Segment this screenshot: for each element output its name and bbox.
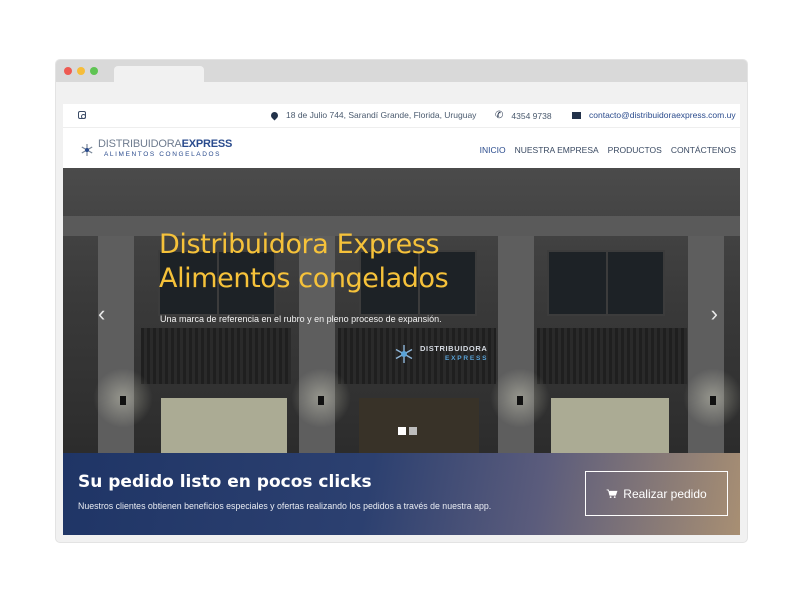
hero-title-line1: Distribuidora Express bbox=[159, 229, 440, 260]
map-pin-icon bbox=[269, 110, 280, 120]
nav-item-contactenos[interactable]: CONTÁCTENOS bbox=[671, 145, 736, 155]
phone-icon: ✆ bbox=[495, 110, 504, 121]
snowflake-logo-icon bbox=[81, 144, 93, 156]
storefront-sign-subtext: EXPRESS bbox=[445, 355, 489, 362]
order-cta-banner: Su pedido listo en pocos clicks Nuestros… bbox=[63, 453, 740, 535]
storefront-glass bbox=[161, 398, 287, 453]
storefront-awning bbox=[537, 328, 687, 384]
nav-item-productos[interactable]: PRODUCTOS bbox=[608, 145, 662, 155]
hero-title-line2: Alimentos congelados bbox=[159, 263, 449, 294]
logo-name-light: DISTRIBUIDORA bbox=[98, 138, 182, 150]
browser-window: 18 de Julio 744, Sarandí Grande, Florida… bbox=[56, 60, 747, 542]
cta-title: Su pedido listo en pocos clicks bbox=[78, 472, 372, 492]
address-item: 18 de Julio 744, Sarandí Grande, Florida… bbox=[269, 110, 477, 120]
main-navbar: DISTRIBUIDORAEXPRESS ALIMENTOS CONGELADO… bbox=[63, 128, 740, 168]
nav-menu: INICIO NUESTRA EMPRESA PRODUCTOS CONTÁCT… bbox=[480, 145, 736, 155]
storefront-awning bbox=[141, 328, 291, 384]
email-item[interactable]: contacto@distribuidoraexpress.com.uy bbox=[572, 110, 736, 120]
minimize-window-button[interactable] bbox=[77, 67, 85, 75]
browser-tab[interactable] bbox=[114, 66, 204, 82]
top-info-bar: 18 de Julio 744, Sarandí Grande, Florida… bbox=[63, 104, 740, 128]
storefront-door bbox=[359, 398, 479, 453]
maximize-window-button[interactable] bbox=[90, 67, 98, 75]
nav-item-inicio[interactable]: INICIO bbox=[480, 145, 506, 155]
email-link[interactable]: contacto@distribuidoraexpress.com.uy bbox=[589, 110, 736, 120]
building-window bbox=[547, 250, 665, 316]
envelope-icon bbox=[572, 111, 581, 119]
slide-indicator-2[interactable] bbox=[409, 427, 417, 435]
logo-name-bold: EXPRESS bbox=[181, 138, 233, 150]
address-text: 18 de Julio 744, Sarandí Grande, Florida… bbox=[286, 110, 477, 120]
instagram-icon[interactable] bbox=[78, 111, 86, 119]
logo-subtitle: ALIMENTOS CONGELADOS bbox=[104, 151, 222, 158]
browser-toolbar bbox=[56, 82, 747, 104]
phone-text[interactable]: 4354 9738 bbox=[511, 111, 551, 121]
wall-lamp bbox=[120, 396, 126, 405]
chevron-left-icon[interactable]: ‹ bbox=[98, 303, 105, 325]
hero-subtitle: Una marca de referencia en el rubro y en… bbox=[160, 314, 442, 324]
hero-slider: DISTRIBUIDORA EXPRESS Distribuidora Expr… bbox=[63, 168, 740, 453]
site-logo[interactable]: DISTRIBUIDORAEXPRESS ALIMENTOS CONGELADO… bbox=[80, 138, 232, 162]
storefront-sign-text: DISTRIBUIDORA bbox=[420, 344, 488, 353]
page-viewport: 18 de Julio 744, Sarandí Grande, Florida… bbox=[63, 104, 740, 535]
place-order-button[interactable]: Realizar pedido bbox=[585, 471, 728, 516]
wall-lamp bbox=[517, 396, 523, 405]
cart-icon bbox=[606, 489, 618, 498]
nav-item-nuestra-empresa[interactable]: NUESTRA EMPRESA bbox=[515, 145, 599, 155]
phone-item[interactable]: ✆ 4354 9738 bbox=[495, 110, 552, 121]
storefront-logo-icon bbox=[395, 345, 413, 363]
storefront-glass bbox=[551, 398, 669, 453]
place-order-label: Realizar pedido bbox=[623, 486, 707, 501]
cta-text: Nuestros clientes obtienen beneficios es… bbox=[78, 501, 492, 511]
hero-title: Distribuidora Express Alimentos congelad… bbox=[159, 228, 449, 296]
browser-title-bar bbox=[56, 60, 747, 82]
chevron-right-icon[interactable]: › bbox=[711, 303, 718, 325]
slide-indicator-1[interactable] bbox=[398, 427, 406, 435]
slider-indicators bbox=[398, 427, 417, 435]
logo-name: DISTRIBUIDORAEXPRESS bbox=[98, 138, 232, 150]
wall-lamp bbox=[318, 396, 324, 405]
close-window-button[interactable] bbox=[64, 67, 72, 75]
wall-lamp bbox=[710, 396, 716, 405]
